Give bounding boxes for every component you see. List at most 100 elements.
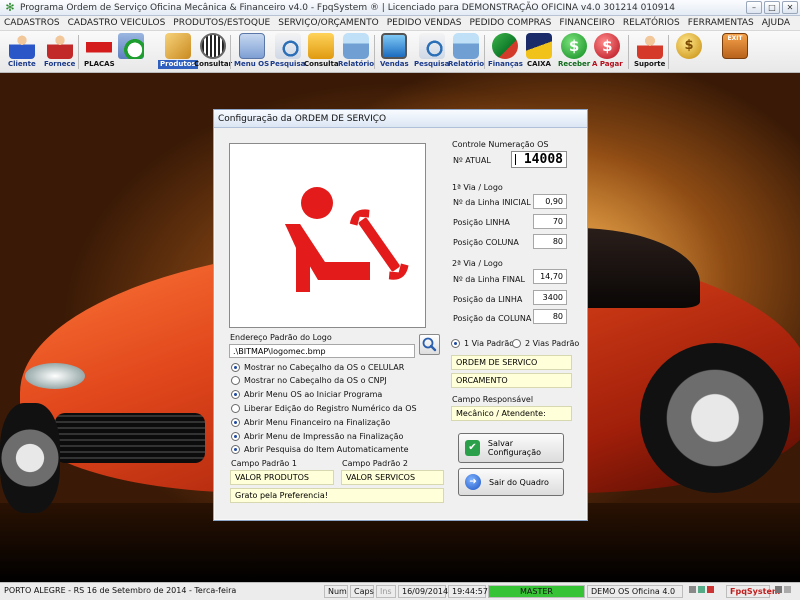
save-config-button[interactable]: ✔ Salvar Configuração [458, 433, 564, 463]
via2-linha-final-input[interactable]: 14,70 [533, 269, 567, 284]
status-ins: Ins [376, 585, 396, 598]
radio-selected[interactable] [231, 445, 240, 454]
campo1-input[interactable]: VALOR PRODUTOS [230, 470, 334, 485]
caixa-button[interactable]: CAIXA [526, 33, 552, 71]
radio-2-vias[interactable]: 2 Vias Padrão [512, 339, 579, 348]
maximize-button[interactable]: □ [764, 1, 780, 14]
menu-cadastros[interactable]: CADASTROS [0, 18, 64, 28]
relatorio-vendas-button[interactable]: Relatório [448, 33, 484, 71]
pesquisa-os-label: Pesquisa [270, 60, 306, 68]
menu-cadastro-veiculos[interactable]: CADASTRO VEICULOS [64, 18, 170, 28]
via2-label: 2ª Via / Logo [452, 259, 503, 268]
menu-financeiro[interactable]: FINANCEIRO [555, 18, 618, 28]
via1-linha-inicial-input[interactable]: 0,90 [533, 194, 567, 209]
orcamento-input[interactable]: ORCAMENTO [451, 373, 572, 388]
relatorio-os-button[interactable]: Relatório [338, 33, 374, 71]
produtos-button[interactable]: Produtos [158, 33, 198, 71]
radio-unselected[interactable] [231, 404, 240, 413]
window-controls: – □ ✕ [746, 1, 798, 14]
option-label: Mostrar no Cabeçalho da OS o CELULAR [244, 363, 405, 372]
tray-icon [698, 586, 705, 593]
option-open-menu-os[interactable]: Abrir Menu OS ao Iniciar Programa [231, 390, 382, 399]
menu-os-button[interactable]: Menu OS [234, 33, 269, 71]
fornece-button[interactable]: Fornece [44, 33, 75, 71]
pesquisa-os-button[interactable]: Pesquisa [270, 33, 305, 71]
via2-posicao-coluna-label: Posição da COLUNA [453, 314, 532, 323]
window-title: Programa Ordem de Serviço Oficina Mecâni… [20, 2, 675, 13]
campo2-label: Campo Padrão 2 [342, 459, 408, 468]
arrow-right-icon: ➜ [465, 474, 481, 490]
menu-ajuda[interactable]: AJUDA [758, 18, 794, 28]
status-caps: Caps [350, 585, 374, 598]
radio-1-via[interactable]: 1 Via Padrão [451, 339, 514, 348]
os-number-counter[interactable]: 14008 [511, 151, 567, 168]
tray-icon [784, 586, 791, 593]
menu-pedido-compras[interactable]: PEDIDO COMPRAS [466, 18, 556, 28]
radio-1-via-label: 1 Via Padrão [464, 339, 515, 348]
option-label: Abrir Menu Financeiro na Finalização [244, 418, 391, 427]
radio-unselected[interactable] [512, 339, 521, 348]
via1-posicao-linha-input[interactable]: 70 [533, 214, 567, 229]
radio-selected[interactable] [231, 418, 240, 427]
menu-produtos-estoque[interactable]: PRODUTOS/ESTOQUE [169, 18, 274, 28]
receber-button[interactable]: $ Receber [558, 33, 590, 71]
cliente-button[interactable]: Cliente [8, 33, 36, 71]
consulta-os-button[interactable]: Consulta [304, 33, 339, 71]
suporte-button[interactable]: Suporte [634, 33, 665, 71]
pesquisa-vendas-button[interactable]: Pesquisa [414, 33, 449, 71]
radio-unselected[interactable] [231, 376, 240, 385]
ordem-servico-input[interactable]: ORDEM DE SERVICO [451, 355, 572, 370]
option-open-financeiro[interactable]: Abrir Menu Financeiro na Finalização [231, 418, 390, 427]
a-pagar-button[interactable]: $ A Pagar [592, 33, 623, 71]
coin-button[interactable]: $ [676, 33, 702, 71]
car-wheel [640, 343, 790, 493]
via2-posicao-linha-input[interactable]: 3400 [533, 290, 567, 305]
browse-logo-button[interactable] [419, 334, 440, 355]
exit-button[interactable]: EXIT [722, 33, 748, 71]
menu-servico-orcamento[interactable]: SERVIÇO/ORÇAMENTO [274, 18, 382, 28]
placas-button[interactable]: PLACAS [84, 33, 115, 71]
radio-selected[interactable] [231, 363, 240, 372]
menu-relatorios[interactable]: RELATÓRIOS [619, 18, 684, 28]
option-auto-search-item[interactable]: Abrir Pesquisa do Item Automaticamente [231, 445, 409, 454]
status-tray-icons [772, 585, 796, 598]
status-brand: FpqSystem [726, 585, 780, 598]
exit-dialog-button[interactable]: ➜ Sair do Quadro [458, 468, 564, 496]
car-wheel [0, 403, 60, 513]
printer-icon [453, 33, 480, 59]
via2-posicao-coluna-input[interactable]: 80 [533, 309, 567, 324]
option-label: Abrir Pesquisa do Item Automaticamente [244, 445, 409, 454]
radio-selected[interactable] [451, 339, 460, 348]
vendas-button[interactable]: Vendas [380, 33, 409, 71]
close-button[interactable]: ✕ [782, 1, 798, 14]
folder-icon [308, 33, 335, 59]
search-icon [422, 337, 437, 352]
logo-path-input[interactable]: .\BITMAP\logomec.bmp [229, 344, 415, 358]
car-icon [86, 33, 113, 59]
clock-add-button[interactable] [118, 33, 144, 71]
app-icon: ✻ [5, 0, 15, 14]
radio-2-vias-label: 2 Vias Padrão [525, 339, 580, 348]
receber-label: Receber [558, 60, 591, 68]
radio-selected[interactable] [231, 390, 240, 399]
option-edit-os-number[interactable]: Liberar Edição do Registro Numérico da O… [231, 404, 417, 413]
menu-pedido-vendas[interactable]: PEDIDO VENDAS [383, 18, 466, 28]
financas-button[interactable]: Finanças [488, 33, 523, 71]
responsavel-input[interactable]: Mecânico / Atendente: [451, 406, 572, 421]
search-document-icon [418, 33, 445, 59]
consultar-button[interactable]: Consultar [194, 33, 232, 71]
option-show-cnpj[interactable]: Mostrar no Cabeçalho da OS o CNPJ [231, 376, 387, 385]
status-master: MASTER [488, 585, 585, 598]
option-show-celular[interactable]: Mostrar no Cabeçalho da OS o CELULAR [231, 363, 404, 372]
option-label: Abrir Menu OS ao Iniciar Programa [244, 390, 383, 399]
pesquisa-vendas-label: Pesquisa [414, 60, 450, 68]
option-open-print-menu[interactable]: Abrir Menu de Impressão na Finalização [231, 432, 403, 441]
footer-text-input[interactable]: Grato pela Preferencia! [230, 488, 444, 503]
radio-selected[interactable] [231, 432, 240, 441]
via1-posicao-coluna-input[interactable]: 80 [533, 234, 567, 249]
menu-ferramentas[interactable]: FERRAMENTAS [684, 18, 758, 28]
via1-posicao-linha-label: Posição LINHA [453, 218, 510, 227]
campo2-input[interactable]: VALOR SERVICOS [341, 470, 444, 485]
toolbar-separator [628, 35, 629, 69]
minimize-button[interactable]: – [746, 1, 762, 14]
